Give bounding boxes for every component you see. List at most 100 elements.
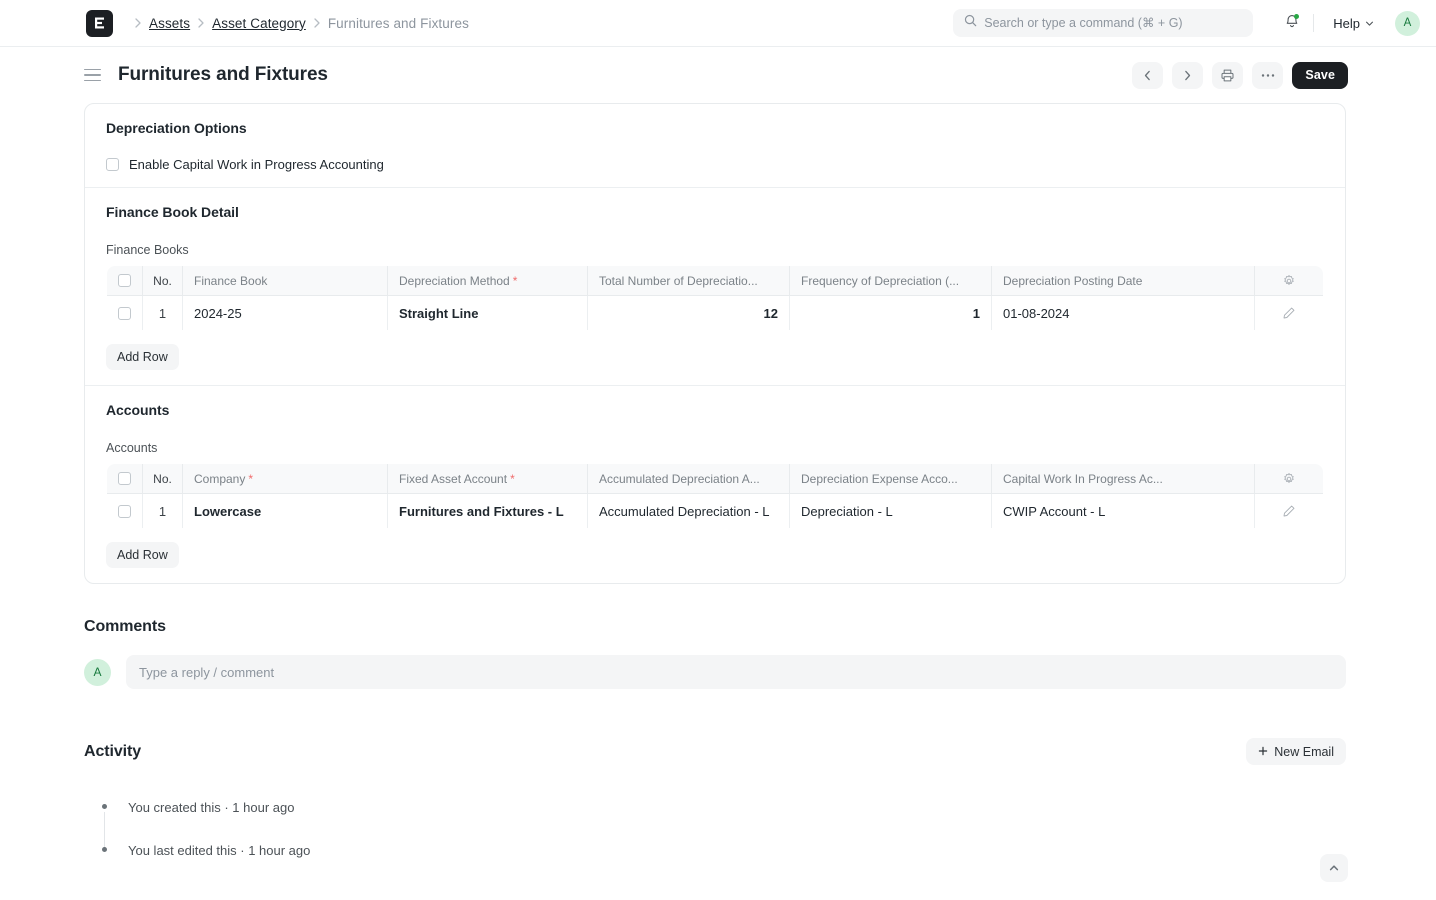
row-checkbox[interactable] — [118, 504, 131, 518]
save-button[interactable]: Save — [1292, 61, 1348, 89]
cell-depreciation-method[interactable]: Straight Line — [387, 295, 588, 330]
column-header-company[interactable]: Company * — [182, 464, 388, 494]
search-input[interactable] — [984, 16, 1243, 30]
breadcrumb-separator — [135, 18, 141, 28]
column-header-depreciation-method[interactable]: Depreciation Method * — [387, 266, 588, 296]
navbar-right: Help A — [953, 7, 1420, 39]
activity-item-text: You last edited this · 1 hour ago — [128, 843, 311, 858]
gear-icon[interactable] — [1255, 274, 1323, 288]
erpnext-logo-icon[interactable] — [86, 9, 113, 37]
comment-input-row: A — [84, 655, 1346, 689]
comments-title: Comments — [84, 618, 166, 635]
navbar-divider — [1313, 14, 1315, 32]
chevron-down-icon — [1365, 16, 1374, 31]
print-button[interactable] — [1212, 61, 1244, 89]
column-header-finance-book[interactable]: Finance Book — [182, 266, 388, 296]
breadcrumb-item-assets[interactable]: Assets — [149, 16, 190, 31]
comment-input[interactable] — [126, 655, 1346, 689]
column-header-fixed-asset-account[interactable]: Fixed Asset Account * — [387, 464, 588, 494]
cwip-checkbox-row[interactable]: Enable Capital Work in Progress Accounti… — [106, 157, 1324, 172]
activity-section: Activity New Email You created this · 1 … — [0, 738, 1436, 872]
more-actions-button[interactable] — [1252, 61, 1284, 89]
column-header-accumulated-depreciation-account[interactable]: Accumulated Depreciation A... — [587, 464, 790, 494]
table-header-row: No. Finance Book Depreciation Method * To… — [107, 266, 1323, 296]
search-icon — [964, 14, 977, 32]
page-title: Furnitures and Fixtures — [118, 64, 328, 85]
column-header-depreciation-expense-account[interactable]: Depreciation Expense Acco... — [789, 464, 992, 494]
cell-capital-work-in-progress-account[interactable]: CWIP Account - L — [991, 493, 1255, 528]
pencil-icon[interactable] — [1255, 504, 1323, 518]
comment-avatar: A — [84, 658, 111, 686]
global-search[interactable] — [953, 9, 1254, 37]
cell-company[interactable]: Lowercase — [182, 493, 388, 528]
column-header-depreciation-posting-date[interactable]: Depreciation Posting Date — [991, 266, 1255, 296]
activity-title: Activity — [84, 742, 141, 760]
top-navbar: Assets Asset Category Furnitures and Fix… — [0, 0, 1436, 47]
column-header-frequency-depreciation[interactable]: Frequency of Depreciation (... — [789, 266, 992, 296]
table-row[interactable]: 1 Lowercase Furnitures and Fixtures - L … — [107, 493, 1323, 528]
row-select-cell[interactable] — [107, 295, 143, 330]
new-email-label: New Email — [1274, 744, 1334, 759]
section-title-accounts: Accounts — [106, 402, 170, 418]
next-document-button[interactable] — [1172, 61, 1204, 89]
section-accounts: Accounts Accounts No. Company * Fixed Ass… — [85, 385, 1345, 583]
required-marker: * — [512, 273, 518, 288]
form-card: Depreciation Options Enable Capital Work… — [84, 103, 1346, 584]
pencil-icon[interactable] — [1255, 306, 1323, 320]
column-header-total-depreciations[interactable]: Total Number of Depreciatio... — [587, 266, 790, 296]
activity-item-text: You created this · 1 hour ago — [128, 800, 295, 815]
prev-document-button[interactable] — [1132, 61, 1164, 89]
select-all-header[interactable] — [107, 266, 143, 296]
column-header-no: No. — [142, 266, 183, 296]
user-avatar[interactable]: A — [1395, 10, 1420, 36]
column-header-capital-work-in-progress-account[interactable]: Capital Work In Progress Ac... — [991, 464, 1255, 494]
add-row-finance-books-button[interactable]: Add Row — [106, 344, 179, 370]
grid-settings-header[interactable] — [1254, 464, 1323, 494]
breadcrumb-separator — [198, 18, 204, 28]
select-all-header[interactable] — [107, 464, 143, 494]
cell-finance-book[interactable]: 2024-25 — [182, 295, 388, 330]
table-row[interactable]: 1 2024-25 Straight Line 12 1 01-08-2024 — [107, 295, 1323, 330]
select-all-checkbox[interactable] — [118, 472, 131, 485]
finance-books-table: No. Finance Book Depreciation Method * To… — [106, 265, 1324, 331]
help-menu[interactable]: Help — [1324, 11, 1383, 36]
notifications-button[interactable] — [1275, 7, 1309, 39]
section-depreciation-options: Depreciation Options Enable Capital Work… — [85, 104, 1345, 187]
add-row-accounts-button[interactable]: Add Row — [106, 542, 179, 568]
gear-icon[interactable] — [1255, 472, 1323, 486]
cell-depreciation-expense-account[interactable]: Depreciation - L — [789, 493, 992, 528]
cell-total-depreciations[interactable]: 12 — [587, 295, 790, 330]
cell-row-number: 1 — [142, 493, 183, 528]
accounts-table: No. Company * Fixed Asset Account * Accumu… — [106, 463, 1324, 529]
breadcrumb-separator — [314, 18, 320, 28]
timeline-dot — [102, 847, 107, 852]
enable-cwip-label[interactable]: Enable Capital Work in Progress Accounti… — [129, 157, 384, 172]
page-header-actions: Save — [1132, 61, 1348, 89]
cell-row-number: 1 — [142, 295, 183, 330]
cell-accumulated-depreciation-account[interactable]: Accumulated Depreciation - L — [587, 493, 790, 528]
enable-cwip-checkbox[interactable] — [106, 158, 119, 171]
cell-fixed-asset-account[interactable]: Furnitures and Fixtures - L — [387, 493, 588, 528]
new-email-button[interactable]: New Email — [1246, 738, 1346, 765]
finance-books-grid-label: Finance Books — [106, 243, 189, 257]
select-all-checkbox[interactable] — [118, 274, 131, 287]
grid-settings-header[interactable] — [1254, 266, 1323, 296]
scroll-to-top-button[interactable] — [1320, 854, 1348, 882]
cell-frequency-depreciation[interactable]: 1 — [789, 295, 992, 330]
table-header-row: No. Company * Fixed Asset Account * Accumu… — [107, 464, 1323, 494]
form-container: Depreciation Options Enable Capital Work… — [0, 103, 1436, 584]
row-checkbox[interactable] — [118, 306, 131, 320]
required-marker: * — [510, 471, 515, 486]
column-header-no: No. — [142, 464, 183, 494]
required-marker: * — [248, 471, 254, 486]
activity-item: You created this · 1 hour ago — [102, 786, 1346, 848]
breadcrumb-item-asset-category[interactable]: Asset Category — [212, 16, 306, 31]
row-edit-cell[interactable] — [1254, 493, 1323, 528]
cell-depreciation-posting-date[interactable]: 01-08-2024 — [991, 295, 1255, 330]
activity-timeline: You created this · 1 hour ago You last e… — [84, 786, 1346, 872]
breadcrumb: Assets Asset Category Furnitures and Fix… — [127, 16, 469, 31]
row-edit-cell[interactable] — [1254, 295, 1323, 330]
page-header: Furnitures and Fixtures Save — [0, 47, 1436, 103]
hamburger-icon[interactable] — [84, 65, 104, 85]
row-select-cell[interactable] — [107, 493, 143, 528]
